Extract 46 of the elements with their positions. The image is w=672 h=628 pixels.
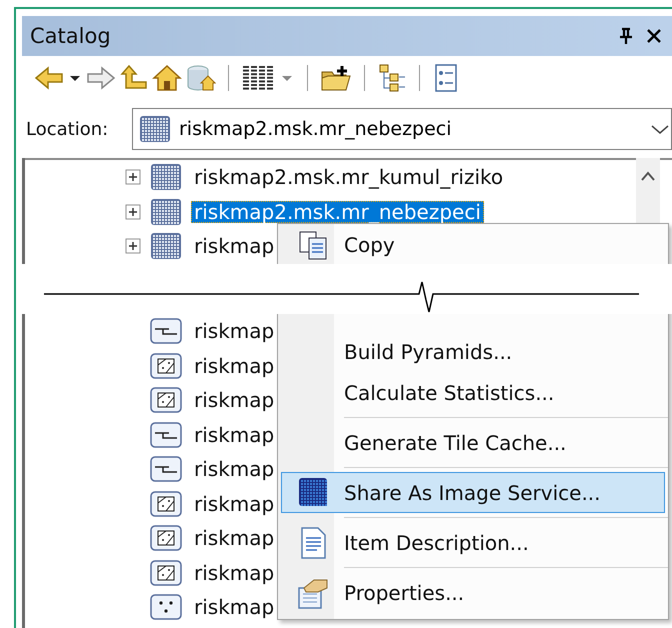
panel-title: Catalog [30, 24, 112, 48]
tree-view-icon[interactable] [377, 63, 407, 93]
database-home-icon[interactable] [186, 64, 216, 92]
polygon-icon [149, 488, 183, 519]
polygon-icon [149, 558, 183, 588]
raster-icon [149, 162, 183, 192]
tree-item[interactable]: riskmap [191, 235, 278, 258]
pin-icon[interactable] [618, 27, 634, 45]
tree-item[interactable]: riskmap [191, 596, 278, 618]
expand-icon[interactable] [125, 238, 141, 254]
location-dropdown[interactable]: riskmap2.msk.mr_nebezpeci [132, 108, 672, 150]
menu-item[interactable]: Properties... [281, 572, 665, 613]
menu-item[interactable]: Build Pyramids... [281, 331, 665, 372]
tree-item[interactable]: riskmap [191, 354, 278, 377]
back-arrow-icon[interactable] [34, 65, 64, 91]
polygon-icon [149, 523, 183, 554]
home-icon[interactable] [152, 64, 182, 92]
tree-item[interactable]: riskmap [191, 492, 278, 515]
tree-item[interactable]: riskmap [191, 527, 278, 550]
polygon-icon [149, 385, 183, 416]
tree-item[interactable]: riskmap [191, 458, 278, 480]
menu-item[interactable]: Calculate Statistics... [281, 372, 665, 413]
close-icon[interactable] [646, 28, 662, 44]
menu-item[interactable]: Share As Image Service... [281, 472, 665, 513]
raster-icon [139, 115, 171, 143]
menu-item[interactable]: Generate Tile Cache... [281, 422, 665, 463]
tree-item[interactable]: riskmap [191, 389, 278, 412]
tree-item[interactable]: riskmap2.msk.mr_kumul_riziko [191, 166, 506, 188]
copy-icon [297, 228, 329, 260]
raster-icon [149, 196, 183, 227]
table-view-icon[interactable] [241, 64, 275, 92]
point-icon [149, 592, 183, 622]
tree-item[interactable]: riskmap2.msk.mr_nebezpeci [191, 200, 484, 223]
polygon-icon [149, 350, 183, 381]
menu-item[interactable]: Item Description... [281, 522, 665, 563]
scroll-up-icon[interactable] [640, 170, 656, 182]
raster-icon [149, 231, 183, 262]
expand-icon[interactable] [125, 204, 141, 220]
menu-item[interactable]: Copy [281, 224, 665, 265]
up-arrow-icon[interactable] [120, 64, 148, 92]
tree-item[interactable]: riskmap [191, 320, 278, 342]
expand-icon[interactable] [125, 169, 141, 186]
tree-item[interactable]: riskmap [191, 562, 278, 584]
location-label: Location: [26, 118, 110, 140]
tree-item[interactable]: riskmap [191, 424, 278, 446]
add-folder-icon[interactable] [320, 64, 352, 92]
